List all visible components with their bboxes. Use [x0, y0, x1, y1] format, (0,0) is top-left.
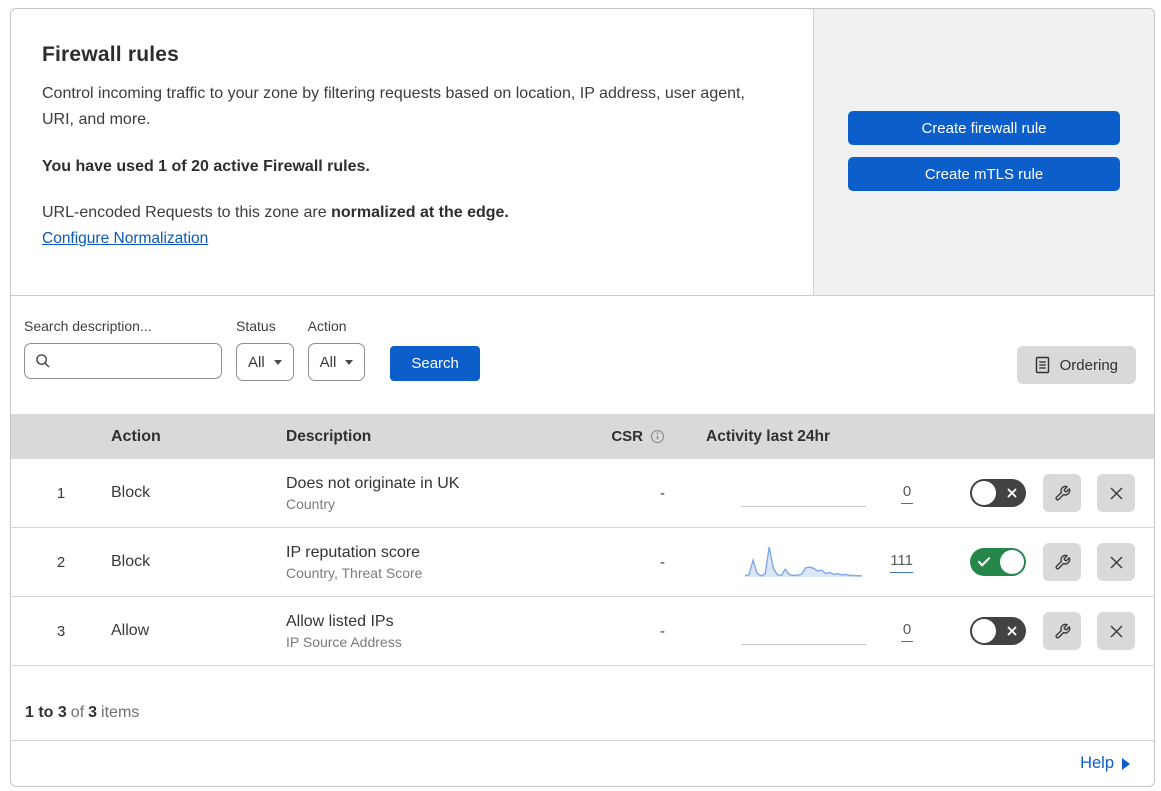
intro-panel: Firewall rules Control incoming traffic …	[11, 9, 813, 295]
create-mtls-rule-button[interactable]: Create mTLS rule	[848, 157, 1120, 191]
rule-description: Does not originate in UK	[286, 474, 460, 492]
close-icon	[1109, 486, 1124, 501]
toggle-knob	[1000, 550, 1024, 574]
usage-summary: You have used 1 of 20 active Firewall ru…	[42, 158, 370, 176]
rule-criteria: Country, Threat Score	[286, 564, 423, 581]
normalization-text: URL-encoded Requests to this zone are	[42, 204, 332, 222]
search-input[interactable]	[57, 344, 238, 378]
create-firewall-rule-button[interactable]: Create firewall rule	[848, 111, 1120, 145]
search-label: Search description...	[24, 318, 152, 334]
delete-rule-button[interactable]	[1097, 543, 1135, 581]
activity-sparkline	[741, 472, 866, 514]
chevron-down-icon	[273, 359, 282, 365]
toggle-knob	[972, 619, 996, 643]
page-description: Control incoming traffic to your zone by…	[42, 85, 745, 128]
rule-priority: 1	[56, 484, 66, 502]
pagination-summary: 1 to 3 of 3 items	[11, 666, 1154, 740]
edit-rule-button[interactable]	[1043, 474, 1081, 512]
x-icon	[1007, 479, 1017, 507]
table-header: Action Description CSR Activity last 24h…	[11, 414, 1154, 459]
activity-count-link[interactable]: 0	[901, 483, 913, 504]
configure-normalization-link[interactable]: Configure Normalization	[42, 230, 208, 248]
rule-action: Allow	[111, 622, 150, 639]
firewall-rules-card: Firewall rules Control incoming traffic …	[10, 8, 1155, 787]
table-row: 1 Block Does not originate in UK Country…	[11, 459, 1154, 528]
table-row: 2 Block IP reputation score Country, Thr…	[11, 528, 1154, 597]
normalization-bold-text: normalized at the edge.	[331, 204, 509, 222]
csr-header-label: CSR	[611, 428, 643, 445]
delete-rule-button[interactable]	[1097, 612, 1135, 650]
rule-priority: 3	[56, 622, 66, 640]
wrench-icon	[1054, 554, 1071, 571]
edit-rule-button[interactable]	[1043, 543, 1081, 581]
arrow-right-icon	[1122, 758, 1130, 770]
rule-enabled-toggle[interactable]	[970, 617, 1026, 645]
x-icon	[1007, 617, 1017, 645]
normalization-note: URL-encoded Requests to this zone are no…	[42, 204, 773, 222]
action-column-header: Action	[111, 427, 161, 445]
help-link[interactable]: Help	[1080, 754, 1130, 773]
rule-enabled-toggle[interactable]	[970, 479, 1026, 507]
search-button[interactable]: Search	[390, 346, 480, 381]
wrench-icon	[1054, 485, 1071, 502]
toggle-knob	[972, 481, 996, 505]
activity-count-link[interactable]: 0	[901, 621, 913, 642]
rule-enabled-toggle[interactable]	[970, 548, 1026, 576]
actions-panel: Create firewall rule Create mTLS rule	[813, 9, 1154, 295]
rule-priority: 2	[56, 553, 66, 571]
rule-csr-value: -	[660, 622, 665, 640]
description-column-header: Description	[286, 427, 372, 445]
wrench-icon	[1054, 623, 1071, 640]
help-footer: Help	[11, 740, 1154, 786]
activity-sparkline	[741, 541, 866, 583]
items-range: 1 to 3	[25, 704, 67, 721]
search-icon	[35, 353, 51, 369]
close-icon	[1109, 624, 1124, 639]
chevron-down-icon	[345, 359, 354, 365]
rule-action: Block	[111, 553, 151, 570]
rule-description: IP reputation score	[286, 543, 421, 561]
activity-sparkline	[741, 610, 866, 652]
delete-rule-button[interactable]	[1097, 474, 1135, 512]
search-box[interactable]	[24, 343, 238, 379]
ordering-list-icon	[1035, 356, 1050, 374]
rule-criteria: Country	[286, 495, 336, 512]
help-label: Help	[1080, 754, 1114, 772]
info-icon[interactable]	[650, 429, 665, 444]
activity-count-link[interactable]: 111	[890, 552, 913, 573]
edit-rule-button[interactable]	[1043, 612, 1081, 650]
activity-column-header: Activity last 24hr	[706, 427, 831, 445]
rule-csr-value: -	[660, 484, 665, 502]
action-selected-value: All	[319, 353, 337, 371]
header-section: Firewall rules Control incoming traffic …	[11, 9, 1154, 295]
ordering-button-label: Ordering	[1059, 356, 1118, 374]
check-icon	[978, 548, 990, 576]
csr-column-header: CSR	[581, 428, 691, 445]
ordering-button[interactable]: Ordering	[1016, 346, 1136, 384]
rule-action: Block	[111, 484, 151, 501]
rule-criteria: IP Source Address	[286, 633, 402, 650]
action-select[interactable]: All	[307, 343, 366, 381]
status-select[interactable]: All	[236, 343, 294, 381]
filter-bar: Search description... Status All Action	[11, 295, 1154, 414]
status-label: Status	[236, 318, 276, 334]
table-row: 3 Allow Allow listed IPs IP Source Addre…	[11, 597, 1154, 666]
page-title: Firewall rules	[42, 43, 180, 66]
rule-description: Allow listed IPs	[286, 612, 394, 630]
items-total: 3	[88, 704, 98, 721]
rule-csr-value: -	[660, 553, 665, 571]
status-selected-value: All	[248, 353, 265, 371]
action-label: Action	[307, 318, 347, 334]
close-icon	[1109, 555, 1124, 570]
